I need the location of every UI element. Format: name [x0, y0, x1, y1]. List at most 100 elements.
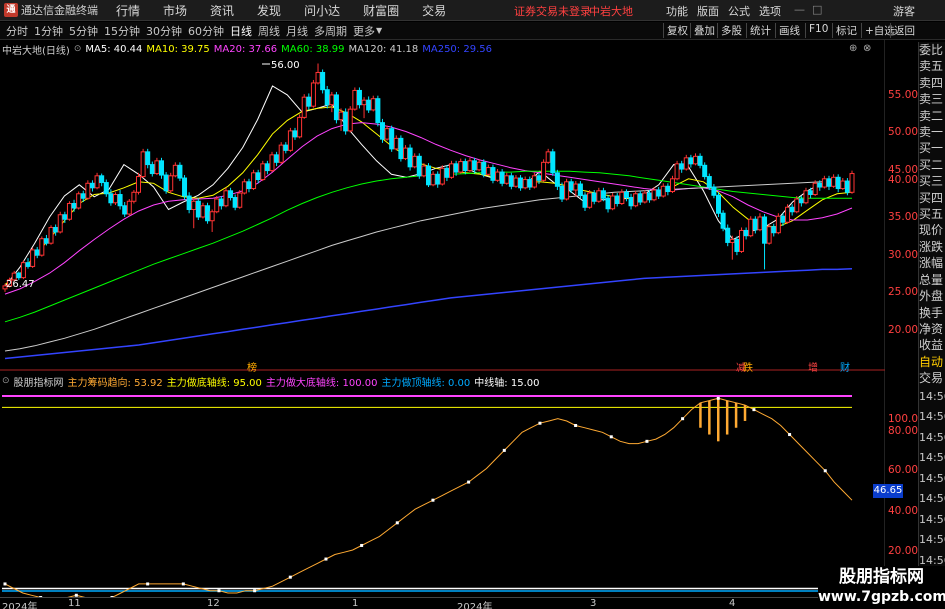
- candle: [725, 224, 731, 247]
- current-indicator-value: 46.65: [873, 484, 903, 498]
- candle: [214, 196, 220, 214]
- sidebar-sell3[interactable]: 卖三: [919, 91, 945, 107]
- sidebar-sell4[interactable]: 卖四: [919, 75, 945, 91]
- sidebar-net-asset[interactable]: 净资: [919, 321, 945, 337]
- period-timeshare[interactable]: 分时: [6, 23, 28, 39]
- event-label[interactable]: 榜: [247, 359, 257, 374]
- candle: [301, 94, 307, 119]
- candle: [720, 210, 726, 232]
- menu-market[interactable]: 市场: [163, 2, 187, 19]
- candle: [329, 91, 335, 113]
- mark-button[interactable]: 标记: [832, 23, 857, 38]
- period-1min[interactable]: 1分钟: [34, 23, 63, 39]
- tick-time: 14:56: [919, 512, 945, 526]
- ma120-line: [4, 181, 852, 352]
- event-label[interactable]: 跌: [743, 359, 753, 374]
- sidebar-volume[interactable]: 总量: [919, 272, 945, 288]
- sidebar-turnover[interactable]: 换手: [919, 305, 945, 321]
- multi-stock-button[interactable]: 多股: [717, 23, 742, 38]
- watermark-url: www.7gpzb.com: [818, 589, 945, 605]
- period-monthly[interactable]: 月线: [286, 23, 308, 39]
- candle: [458, 158, 464, 174]
- trend-marker: [431, 498, 435, 502]
- menu-quotes[interactable]: 行情: [116, 2, 140, 19]
- candle: [278, 142, 284, 164]
- minimize-icon[interactable]: —: [794, 3, 805, 16]
- period-multi[interactable]: 多周期: [314, 23, 347, 39]
- candle: [209, 209, 215, 232]
- candle: [748, 216, 754, 238]
- event-label[interactable]: 财: [840, 359, 850, 374]
- candle: [287, 127, 293, 152]
- sidebar-outer[interactable]: 外盘: [919, 288, 945, 304]
- sidebar-sell5[interactable]: 卖五: [919, 58, 945, 74]
- period-daily[interactable]: 日线: [230, 23, 252, 39]
- period-30min[interactable]: 30分钟: [146, 23, 182, 39]
- candle: [412, 153, 418, 169]
- period-weekly[interactable]: 周线: [258, 23, 280, 39]
- back-button[interactable]: 返回: [890, 23, 915, 38]
- stats-button[interactable]: 统计: [746, 23, 771, 38]
- guest-label[interactable]: 游客: [893, 3, 915, 19]
- sidebar-buy2[interactable]: 买二: [919, 157, 945, 173]
- sidebar-buy4[interactable]: 买四: [919, 190, 945, 206]
- overlay-button[interactable]: 叠加: [690, 23, 715, 38]
- indicator-settings-icon[interactable]: ⊙: [2, 376, 10, 386]
- sidebar-auto[interactable]: 自动: [919, 354, 945, 370]
- period-toolbar: 分时 1分钟 5分钟 15分钟 30分钟 60分钟 日线 周线 月线 多周期 更…: [0, 22, 945, 40]
- menu-news[interactable]: 资讯: [210, 2, 234, 19]
- draw-line-button[interactable]: 画线: [775, 23, 800, 38]
- sidebar-earnings[interactable]: 收益: [919, 337, 945, 353]
- period-15min[interactable]: 15分钟: [104, 23, 140, 39]
- candle: [269, 151, 275, 173]
- candle: [264, 160, 270, 175]
- candle: [324, 85, 330, 109]
- menu-options[interactable]: 选项: [759, 3, 781, 19]
- candle: [375, 95, 381, 127]
- sidebar-change[interactable]: 涨跌: [919, 239, 945, 255]
- period-5min[interactable]: 5分钟: [69, 23, 98, 39]
- menu-layout[interactable]: 版面: [697, 3, 719, 19]
- ma60-label: MA60: 38.99: [281, 43, 345, 55]
- chevron-down-icon[interactable]: ▼: [376, 26, 382, 35]
- trend-marker: [360, 543, 364, 547]
- candle: [159, 157, 165, 179]
- settings-icon[interactable]: ⊙: [74, 44, 82, 54]
- sidebar-buy1[interactable]: 买一: [919, 140, 945, 156]
- sidebar-change-pct[interactable]: 涨幅: [919, 255, 945, 271]
- event-label[interactable]: 增: [808, 359, 818, 374]
- candle: [241, 178, 247, 195]
- candle: [541, 159, 547, 182]
- menu-formula[interactable]: 公式: [728, 3, 750, 19]
- close-icon[interactable]: ⊗: [863, 43, 871, 54]
- candle: [30, 247, 36, 268]
- sidebar-sell2[interactable]: 卖二: [919, 108, 945, 124]
- maximize-icon[interactable]: □: [812, 3, 822, 16]
- period-60min[interactable]: 60分钟: [188, 23, 224, 39]
- kline-chart[interactable]: 56.00 26.47: [0, 40, 885, 597]
- candle: [292, 127, 298, 140]
- zoom-icon[interactable]: ⊕: [849, 43, 857, 54]
- price-tick: 35.00: [888, 211, 919, 223]
- date-tick: 2024年: [457, 602, 493, 609]
- menu-wealth-circle[interactable]: 财富圈: [363, 2, 399, 19]
- watermark: 股朋指标网 www.7gpzb.com: [818, 566, 945, 609]
- f10-button[interactable]: F10: [805, 23, 828, 38]
- candle: [582, 192, 588, 211]
- candle: [205, 202, 211, 224]
- sidebar-buy5[interactable]: 买五: [919, 206, 945, 222]
- adjust-button[interactable]: 复权: [663, 23, 688, 38]
- tick-time: 14:56: [919, 471, 945, 485]
- sidebar-weibi[interactable]: 委比: [919, 42, 945, 58]
- sidebar-price[interactable]: 现价: [919, 222, 945, 238]
- sidebar-buy3[interactable]: 买三: [919, 173, 945, 189]
- period-more[interactable]: 更多: [353, 23, 375, 39]
- sidebar-trade[interactable]: 交易: [919, 370, 945, 386]
- menu-trade[interactable]: 交易: [422, 2, 446, 19]
- candle: [642, 190, 648, 204]
- menu-discover[interactable]: 发现: [257, 2, 281, 19]
- sidebar-sell1[interactable]: 卖一: [919, 124, 945, 140]
- candle: [177, 162, 183, 182]
- menu-assistant[interactable]: 问小达: [304, 2, 340, 19]
- menu-functions[interactable]: 功能: [666, 3, 688, 19]
